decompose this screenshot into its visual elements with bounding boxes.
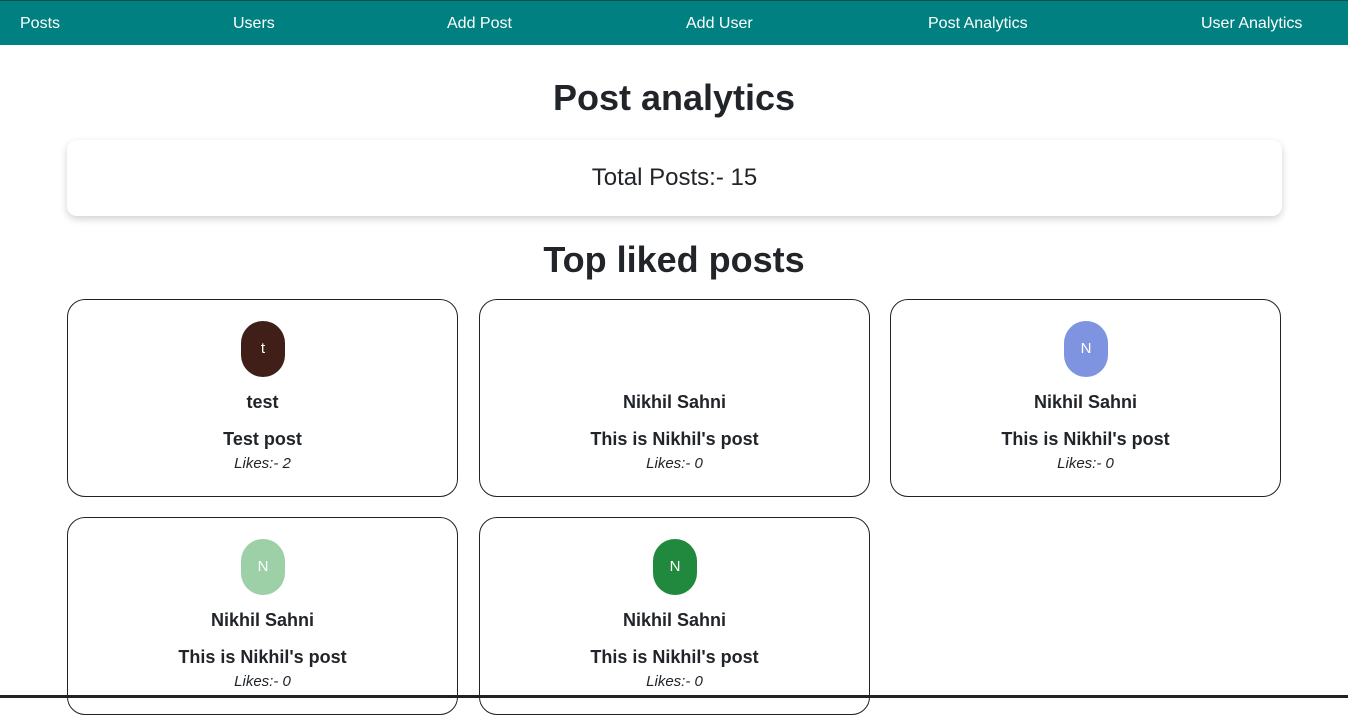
nav-link-add-user[interactable]: Add User [686,1,753,46]
nav-link-post-analytics[interactable]: Post Analytics [928,1,1028,46]
avatar: t [241,321,285,377]
post-likes: Likes:- 0 [234,673,291,690]
post-title: This is Nikhil's post [1001,429,1170,449]
post-card[interactable]: N Nikhil Sahni This is Nikhil's post Lik… [890,299,1281,497]
post-title: This is Nikhil's post [590,647,759,667]
nav-link-posts[interactable]: Posts [20,1,60,46]
post-likes: Likes:- 0 [1057,455,1114,472]
total-posts-text: Total Posts:- 15 [591,164,758,191]
post-card[interactable]: Nikhil Sahni This is Nikhil's post Likes… [479,299,870,497]
post-author: Nikhil Sahni [210,610,315,630]
nav-link-user-analytics[interactable]: User Analytics [1201,1,1302,46]
nav-link-add-post[interactable]: Add Post [447,1,512,46]
post-card[interactable]: t test Test post Likes:- 2 [67,299,458,497]
post-title: This is Nikhil's post [178,647,347,667]
post-author: Nikhil Sahni [622,610,727,630]
post-likes: Likes:- 2 [234,455,291,472]
nav-link-users[interactable]: Users [233,1,275,46]
total-posts-card: Total Posts:- 15 [67,140,1282,216]
avatar: N [241,539,285,595]
post-likes: Likes:- 0 [646,673,703,690]
post-title: This is Nikhil's post [590,429,759,449]
top-navbar: Posts Users Add Post Add User Post Analy… [0,0,1348,45]
avatar: N [1064,321,1108,377]
post-card[interactable]: N Nikhil Sahni This is Nikhil's post Lik… [479,517,870,715]
top-liked-title: Top liked posts [543,239,805,280]
avatar: N [653,539,697,595]
post-card[interactable]: N Nikhil Sahni This is Nikhil's post Lik… [67,517,458,715]
post-author: Nikhil Sahni [622,392,727,412]
page-title: Post analytics [552,77,796,118]
post-likes: Likes:- 0 [646,455,703,472]
post-author: Nikhil Sahni [1033,392,1138,412]
post-author: test [246,392,279,412]
post-title: Test post [223,429,302,449]
